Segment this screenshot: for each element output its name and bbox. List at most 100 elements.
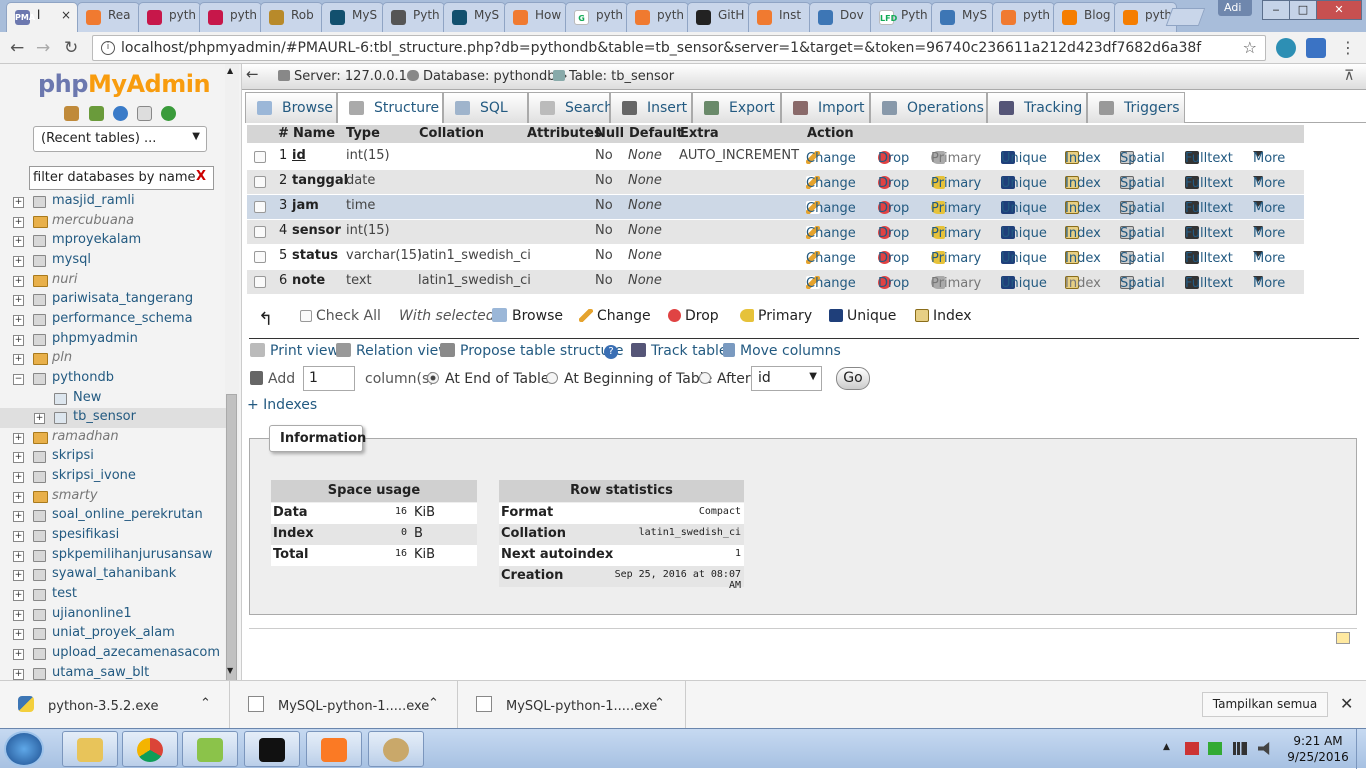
propose-structure-link[interactable]: Propose table structure bbox=[440, 343, 623, 359]
bulk-primary-button[interactable]: Primary bbox=[740, 308, 812, 324]
row-checkbox[interactable] bbox=[254, 226, 266, 238]
sidebar-scrollbar-thumb[interactable] bbox=[226, 394, 237, 690]
bulk-change-button[interactable]: Change bbox=[579, 308, 651, 324]
breadcrumb-database[interactable]: Database: pythondb » bbox=[407, 69, 568, 84]
extension-icon[interactable] bbox=[1276, 38, 1296, 58]
row-checkbox[interactable] bbox=[254, 276, 266, 288]
expand-icon[interactable]: + bbox=[13, 550, 24, 562]
console-icon[interactable] bbox=[1336, 632, 1350, 644]
taskbar-explorer[interactable] bbox=[62, 731, 118, 767]
sidebar-item-mproyekalam[interactable]: + mproyekalam bbox=[0, 231, 226, 251]
tab-insert[interactable]: Insert bbox=[610, 92, 692, 123]
browser-tab[interactable]: PMA l × bbox=[6, 2, 78, 32]
tab-browse[interactable]: Browse bbox=[245, 92, 337, 123]
breadcrumb-table[interactable]: Table: tb_sensor bbox=[553, 69, 674, 84]
sidebar-item-upload-azecamenasacom[interactable]: + upload_azecamenasacom bbox=[0, 644, 226, 664]
expand-icon[interactable]: + bbox=[13, 609, 24, 621]
expand-icon[interactable]: + bbox=[13, 236, 24, 248]
sidebar-item-mysql[interactable]: + mysql bbox=[0, 251, 226, 271]
forward-icon[interactable]: → bbox=[36, 38, 50, 58]
expand-icon[interactable]: + bbox=[13, 570, 24, 582]
taskbar-chrome[interactable] bbox=[122, 731, 178, 767]
sidebar-item-skripsi-ivone[interactable]: + skripsi_ivone bbox=[0, 467, 226, 487]
sidebar-item-test[interactable]: + test bbox=[0, 585, 226, 605]
sidebar-item-spesifikasi[interactable]: + spesifikasi bbox=[0, 526, 226, 546]
browser-tab[interactable]: GitH bbox=[687, 2, 750, 32]
expand-icon[interactable]: + bbox=[13, 648, 24, 660]
expand-icon[interactable]: + bbox=[13, 590, 24, 601]
expand-icon[interactable]: + bbox=[13, 531, 24, 543]
scroll-down-icon[interactable]: ▼ bbox=[227, 666, 233, 675]
info-icon[interactable]: i bbox=[101, 41, 115, 55]
tab-sql[interactable]: SQL bbox=[443, 92, 528, 123]
expand-icon[interactable]: + bbox=[13, 668, 24, 680]
recent-tables-select[interactable]: (Recent tables) ... ▼ bbox=[33, 126, 207, 152]
docs-icon[interactable] bbox=[137, 106, 152, 121]
move-columns-link[interactable]: Move columns bbox=[723, 343, 841, 359]
close-downloads-icon[interactable]: ✕ bbox=[1340, 694, 1353, 713]
sidebar-item-smarty[interactable]: + smarty bbox=[0, 487, 226, 507]
indexes-toggle[interactable]: + Indexes bbox=[247, 397, 317, 413]
close-tab-icon[interactable]: × bbox=[61, 8, 71, 22]
taskbar-notepadpp[interactable] bbox=[182, 731, 238, 767]
show-desktop-button[interactable] bbox=[1356, 729, 1366, 769]
expand-icon[interactable]: + bbox=[13, 491, 24, 503]
clear-filter-button[interactable]: X bbox=[196, 169, 206, 184]
expand-icon[interactable]: + bbox=[13, 472, 24, 484]
expand-icon[interactable]: + bbox=[13, 629, 24, 641]
chevron-up-icon[interactable]: ⌃ bbox=[654, 696, 665, 711]
browser-profile[interactable]: Adi bbox=[1218, 0, 1252, 16]
chevron-up-icon[interactable]: ⌃ bbox=[200, 696, 211, 711]
bookmark-star-icon[interactable]: ☆ bbox=[1243, 38, 1257, 57]
taskbar-cmd[interactable] bbox=[244, 731, 300, 767]
relation-view-link[interactable]: Relation view bbox=[336, 343, 450, 359]
add-columns-count-input[interactable]: 1 bbox=[303, 366, 355, 391]
after-column-select[interactable]: id ▼ bbox=[751, 366, 822, 391]
bulk-drop-button[interactable]: Drop bbox=[668, 308, 719, 324]
sidebar-item-performance-schema[interactable]: + performance_schema bbox=[0, 310, 226, 330]
track-table-link[interactable]: Track table bbox=[631, 343, 728, 359]
sidebar-item-phpmyadmin[interactable]: + phpmyadmin bbox=[0, 330, 226, 350]
sidebar-item-skripsi[interactable]: + skripsi bbox=[0, 447, 226, 467]
expand-icon[interactable]: + bbox=[34, 413, 45, 425]
browser-tab[interactable]: pyth bbox=[992, 2, 1055, 32]
tab-search[interactable]: Search bbox=[528, 92, 613, 123]
show-all-downloads-button[interactable]: Tampilkan semua bbox=[1202, 692, 1328, 717]
bulk-index-button[interactable]: Index bbox=[915, 308, 972, 324]
print-view-link[interactable]: Print view bbox=[250, 343, 339, 359]
filter-databases-input[interactable]: filter databases by name X bbox=[29, 166, 214, 190]
go-button[interactable]: Go bbox=[836, 367, 870, 390]
taskbar-xampp[interactable] bbox=[306, 731, 362, 767]
tab-triggers[interactable]: Triggers bbox=[1087, 92, 1185, 123]
home-icon[interactable] bbox=[64, 106, 79, 121]
row-checkbox[interactable] bbox=[254, 151, 266, 163]
sidebar-item-tb-sensor[interactable]: + tb_sensor bbox=[0, 408, 226, 429]
browser-tab[interactable]: pyth bbox=[138, 2, 201, 32]
chevron-up-icon[interactable]: ⌃ bbox=[428, 696, 439, 711]
browser-tab[interactable]: Blog bbox=[1053, 2, 1116, 32]
browser-tab[interactable]: Dov bbox=[809, 2, 872, 32]
sidebar-item-uniat-proyek-alam[interactable]: + uniat_proyek_alam bbox=[0, 624, 226, 644]
row-checkbox[interactable] bbox=[254, 201, 266, 213]
security-icon[interactable] bbox=[1208, 742, 1222, 755]
expand-icon[interactable]: + bbox=[13, 275, 24, 287]
browser-tab[interactable]: MyS bbox=[931, 2, 994, 32]
tab-export[interactable]: Export bbox=[692, 92, 781, 123]
tray-expand-icon[interactable]: ▲ bbox=[1163, 742, 1177, 755]
browser-tab[interactable]: Rea bbox=[77, 2, 140, 32]
row-checkbox[interactable] bbox=[254, 176, 266, 188]
phpmyadmin-logo[interactable]: phpMyAdmin bbox=[38, 70, 211, 98]
minimize-button[interactable]: ‒ bbox=[1262, 0, 1290, 20]
expand-icon[interactable]: + bbox=[13, 511, 24, 523]
help-icon[interactable] bbox=[113, 106, 128, 121]
tab-tracking[interactable]: Tracking bbox=[987, 92, 1087, 123]
sidebar-item-pythondb[interactable]: − pythondb bbox=[0, 369, 226, 389]
sidebar-item-nuri[interactable]: + nuri bbox=[0, 271, 226, 291]
browser-tab[interactable]: pyth bbox=[626, 2, 689, 32]
reload-icon[interactable]: ↻ bbox=[64, 38, 78, 58]
at-end-radio[interactable]: At End of Table bbox=[427, 371, 549, 387]
scroll-top-icon[interactable]: ⊼ bbox=[1344, 68, 1354, 84]
new-tab-button[interactable] bbox=[1165, 8, 1206, 26]
browser-tab[interactable]: MyS bbox=[443, 2, 506, 32]
browser-tab[interactable]: pyth bbox=[199, 2, 262, 32]
